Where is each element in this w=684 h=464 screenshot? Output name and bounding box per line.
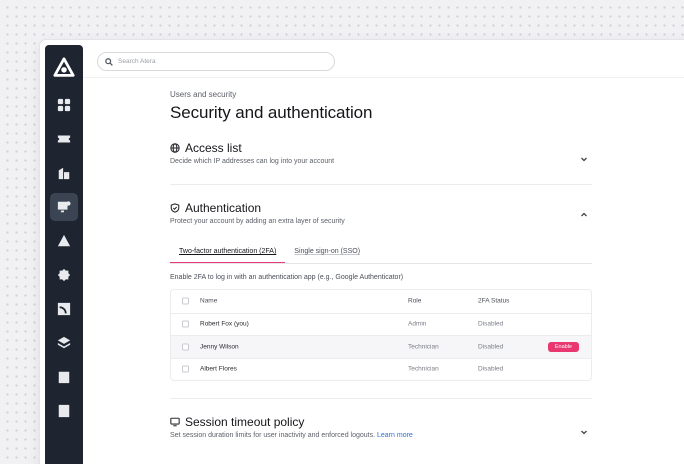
user-name: Albert Flores bbox=[200, 365, 237, 373]
sidebar-item-customers[interactable] bbox=[50, 159, 78, 187]
table-header-row: Name Role 2FA Status bbox=[171, 290, 591, 313]
row-checkbox[interactable] bbox=[182, 320, 189, 328]
session-timeout-text: Set session duration limits for user ina… bbox=[170, 432, 376, 439]
tickets-icon bbox=[57, 135, 71, 143]
two-factor-hint: Enable 2FA to log in with an authenticat… bbox=[170, 274, 404, 281]
devices-icon bbox=[57, 201, 71, 213]
search-icon bbox=[105, 57, 113, 66]
search-bar[interactable] bbox=[97, 52, 335, 71]
select-all-checkbox[interactable] bbox=[182, 297, 189, 305]
authentication-section: Authentication Protect your account by a… bbox=[170, 201, 592, 381]
user-role: Technician bbox=[408, 365, 439, 373]
shield-check-icon bbox=[170, 203, 180, 213]
authentication-header[interactable]: Authentication bbox=[170, 201, 592, 215]
table-row: Robert Fox (you) Admin Disabled bbox=[171, 312, 591, 336]
patch-icon bbox=[57, 268, 71, 282]
learn-more-link[interactable]: Learn more bbox=[377, 432, 413, 439]
access-list-header[interactable]: Access list bbox=[170, 141, 592, 155]
top-bar bbox=[83, 40, 684, 78]
authentication-description: Protect your account by adding an extra … bbox=[170, 218, 345, 225]
chevron-down-icon bbox=[581, 157, 587, 162]
enable-2fa-button[interactable]: Enable bbox=[547, 341, 579, 352]
session-timeout-title: Session timeout policy bbox=[185, 415, 305, 429]
reports-icon bbox=[58, 371, 70, 384]
user-2fa-status: Disabled bbox=[478, 365, 504, 373]
column-header-role: Role bbox=[408, 297, 422, 305]
auth-tabs: Two-factor authentication (2FA) Single s… bbox=[170, 242, 592, 264]
monitor-icon bbox=[170, 417, 180, 427]
sidebar-item-reports[interactable] bbox=[50, 363, 78, 391]
access-list-description: Decide which IP addresses can log into y… bbox=[170, 158, 335, 165]
sidebar-item-devices[interactable] bbox=[50, 193, 78, 221]
authentication-toggle[interactable] bbox=[580, 206, 588, 217]
chevron-up-icon bbox=[581, 212, 587, 217]
table-row: Jenny Wilson Technician Disabled Enable bbox=[171, 335, 591, 358]
column-header-name: Name bbox=[200, 297, 218, 305]
breadcrumb: Users and security bbox=[170, 90, 237, 99]
user-role: Admin bbox=[408, 320, 427, 328]
divider bbox=[170, 184, 592, 185]
sidebar-item-knowledge-base[interactable] bbox=[50, 397, 78, 425]
tab-two-factor[interactable]: Two-factor authentication (2FA) bbox=[170, 242, 286, 263]
row-checkbox[interactable] bbox=[182, 365, 189, 373]
session-timeout-description: Set session duration limits for user ina… bbox=[170, 432, 592, 439]
user-2fa-status: Disabled bbox=[478, 320, 504, 328]
session-timeout-header[interactable]: Session timeout policy bbox=[170, 415, 592, 429]
main-content: Users and security Security and authenti… bbox=[170, 90, 592, 439]
knowledge-base-icon bbox=[58, 404, 70, 418]
sidebar bbox=[45, 45, 83, 464]
session-timeout-toggle[interactable] bbox=[580, 423, 588, 435]
sidebar-item-tickets[interactable] bbox=[50, 125, 78, 153]
sidebar-item-alerts[interactable] bbox=[50, 227, 78, 255]
sidebar-item-software[interactable] bbox=[50, 329, 78, 357]
divider bbox=[170, 398, 592, 399]
table-row: Albert Flores Technician Disabled bbox=[171, 357, 591, 381]
dashboard-icon bbox=[57, 98, 71, 112]
access-list-title: Access list bbox=[185, 141, 242, 155]
access-list-section: Access list Decide which IP addresses ca… bbox=[170, 141, 592, 165]
user-2fa-status: Disabled bbox=[478, 343, 504, 351]
alerts-icon bbox=[57, 234, 71, 247]
authentication-title: Authentication bbox=[185, 201, 262, 215]
column-header-status: 2FA Status bbox=[478, 297, 510, 305]
chevron-down-icon bbox=[581, 430, 587, 435]
user-name: Jenny Wilson bbox=[200, 343, 239, 351]
globe-icon bbox=[170, 143, 180, 153]
page-title: Security and authentication bbox=[170, 103, 373, 122]
row-checkbox[interactable] bbox=[182, 343, 189, 351]
atera-logo-icon[interactable] bbox=[53, 57, 75, 79]
app-window: Users and security Security and authenti… bbox=[40, 40, 684, 464]
sidebar-item-patch[interactable] bbox=[50, 261, 78, 289]
user-role: Technician bbox=[408, 343, 439, 351]
session-timeout-section: Session timeout policy Set session durat… bbox=[170, 415, 592, 439]
network-icon bbox=[57, 302, 71, 316]
access-list-toggle[interactable] bbox=[580, 150, 588, 162]
sidebar-item-dashboard[interactable] bbox=[50, 91, 78, 119]
users-table: Name Role 2FA Status Robert Fox (you) Ad… bbox=[170, 289, 592, 381]
search-input[interactable] bbox=[118, 58, 318, 65]
software-icon bbox=[57, 336, 71, 349]
tab-single-sign-on[interactable]: Single sign-on (SSO) bbox=[285, 242, 369, 263]
user-name: Robert Fox (you) bbox=[200, 320, 249, 328]
customers-icon bbox=[58, 167, 70, 180]
sidebar-item-network[interactable] bbox=[50, 295, 78, 323]
